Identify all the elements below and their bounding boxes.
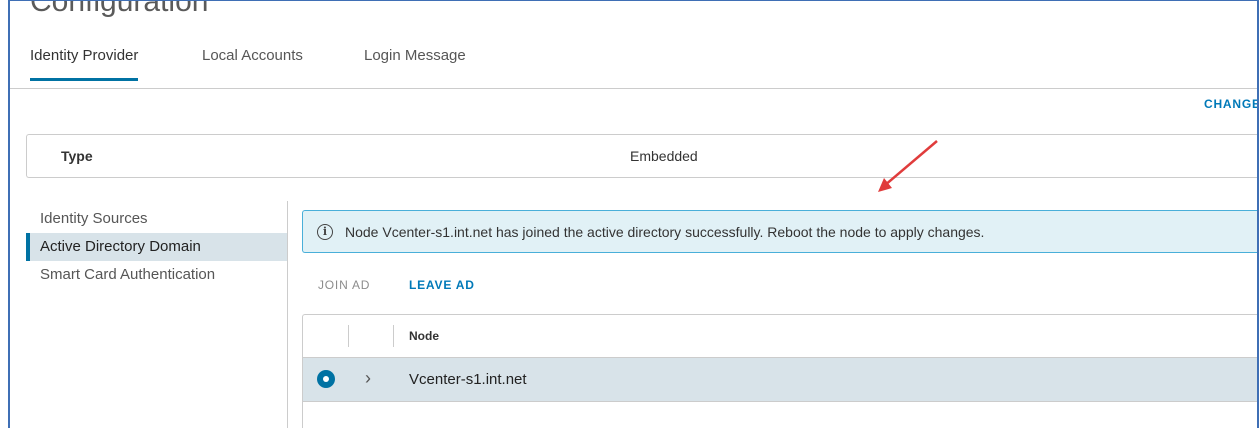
type-label: Type [61, 148, 93, 164]
type-value: Embedded [630, 148, 698, 164]
grid-header: Node [303, 315, 1257, 358]
side-nav: Identity Sources Active Directory Domain… [26, 201, 288, 428]
column-header-node[interactable]: Node [409, 329, 439, 343]
node-name: Vcenter-s1.int.net [409, 371, 527, 388]
join-ad-button[interactable]: JOIN AD [318, 278, 370, 292]
change-button[interactable]: CHANGE [1204, 97, 1257, 111]
page-title: Configuration [30, 0, 209, 18]
tab-bar: Identity Provider Local Accounts Login M… [10, 39, 1257, 89]
node-grid: Node › Vcenter-s1.int.net [302, 314, 1257, 428]
tab-local-accounts[interactable]: Local Accounts [202, 47, 303, 78]
nav-item-smart-card-authentication[interactable]: Smart Card Authentication [26, 261, 287, 289]
nav-item-identity-sources[interactable]: Identity Sources [26, 205, 287, 233]
configuration-panel: Configuration Identity Provider Local Ac… [8, 0, 1259, 428]
type-row: Type Embedded [26, 134, 1257, 178]
tab-identity-provider[interactable]: Identity Provider [30, 47, 139, 81]
table-row[interactable]: › Vcenter-s1.int.net [303, 358, 1257, 402]
column-separator[interactable] [393, 325, 394, 347]
chevron-right-icon[interactable]: › [365, 368, 371, 388]
column-separator[interactable] [348, 325, 349, 347]
tab-login-message[interactable]: Login Message [364, 47, 466, 78]
leave-ad-button[interactable]: LEAVE AD [409, 278, 475, 292]
success-alert: i Node Vcenter-s1.int.net has joined the… [302, 210, 1257, 253]
alert-message: Node Vcenter-s1.int.net has joined the a… [345, 224, 985, 240]
nav-item-active-directory-domain[interactable]: Active Directory Domain [26, 233, 287, 261]
row-select-radio[interactable] [317, 370, 335, 388]
info-icon: i [317, 224, 333, 240]
